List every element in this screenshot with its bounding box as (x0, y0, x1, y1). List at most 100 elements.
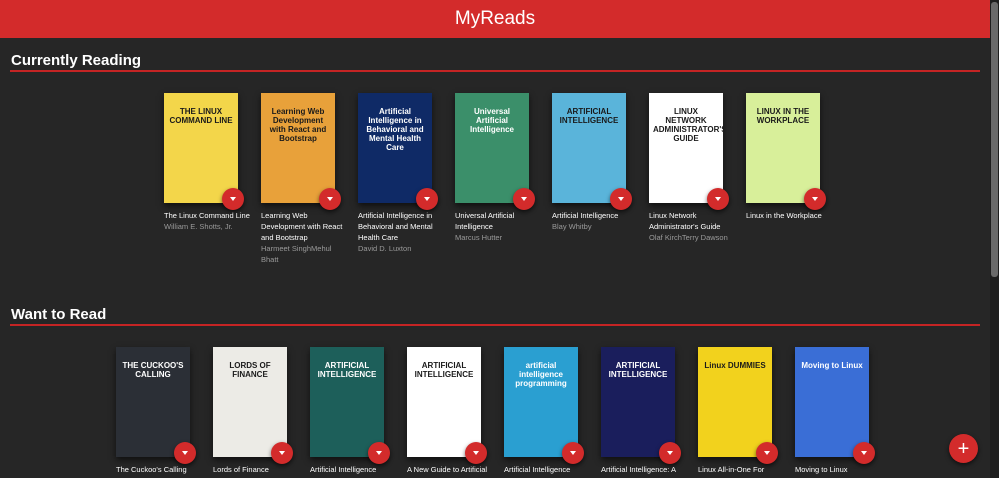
shelf-changer-button[interactable] (707, 188, 729, 210)
book-title: The Linux Command Line (164, 211, 250, 220)
book-cover-text: ARTIFICIAL INTELLIGENCE (559, 107, 619, 125)
caret-down-icon (570, 451, 576, 455)
book-title: Artificial Intelligence (310, 465, 377, 474)
book-item: Learning Web Development with React and … (261, 93, 353, 265)
scrollbar-thumb[interactable] (991, 2, 998, 277)
shelf-changer-button[interactable] (562, 442, 584, 464)
book-item: THE CUCKOO'S CALLING The Cuckoo's Calling (116, 347, 208, 475)
book-item: Universal Artificial Intelligence Univers… (455, 93, 547, 243)
book-cover[interactable]: Learning Web Development with React and … (261, 93, 335, 203)
book-authors: Marcus Hutter (455, 233, 503, 242)
book-title: The Cuckoo's Calling (116, 465, 187, 474)
book-cover-text: Linux DUMMIES (704, 361, 766, 370)
add-book-button[interactable]: + (949, 434, 978, 463)
caret-down-icon (521, 197, 527, 201)
book-cover[interactable]: ARTIFICIAL INTELLIGENCE (310, 347, 384, 457)
book-cover-text: THE LINUX COMMAND LINE (169, 107, 233, 125)
shelf-changer-button[interactable] (853, 442, 875, 464)
app-title: MyReads (454, 8, 536, 29)
book-title: Artificial Intelligence: A (601, 465, 677, 474)
book-title: Learning Web Development with React and … (261, 211, 343, 242)
book-cover[interactable]: artificial intelligence programming (504, 347, 578, 457)
caret-down-icon (715, 197, 721, 201)
caret-down-icon (230, 197, 236, 201)
book-cover[interactable]: LORDS OF FINANCE (213, 347, 287, 457)
shelf-divider (10, 70, 980, 72)
book-title: Artificial Intelligence (552, 211, 619, 220)
shelf-changer-button[interactable] (174, 442, 196, 464)
book-item: LINUX IN THE WORKPLACE Linux in the Workp… (746, 93, 838, 221)
book-cover-text: Universal Artificial Intelligence (469, 107, 514, 134)
book-cover[interactable]: ARTIFICIAL INTELLIGENCE (407, 347, 481, 457)
book-cover-text: LORDS OF FINANCE (229, 361, 271, 379)
book-cover-text: LINUX NETWORK ADMINISTRATOR'S GUIDE (653, 107, 723, 143)
shelf-title: Currently Reading (11, 52, 142, 69)
book-title: Moving to Linux (795, 465, 848, 474)
book-item: ARTIFICIAL INTELLIGENCE Artificial Intell… (310, 347, 402, 475)
book-authors: Harmeet SinghMehul Bhatt (261, 244, 332, 264)
book-cover[interactable]: LINUX NETWORK ADMINISTRATOR'S GUIDE (649, 93, 723, 203)
caret-down-icon (279, 451, 285, 455)
shelf-changer-button[interactable] (416, 188, 438, 210)
book-item: THE LINUX COMMAND LINE The Linux Command … (164, 93, 256, 232)
book-item: LINUX NETWORK ADMINISTRATOR'S GUIDE Linux… (649, 93, 741, 243)
shelf-changer-button[interactable] (804, 188, 826, 210)
book-cover-text: Moving to Linux (801, 361, 863, 370)
caret-down-icon (424, 197, 430, 201)
shelf-changer-button[interactable] (222, 188, 244, 210)
shelf-changer-button[interactable] (513, 188, 535, 210)
plus-icon: + (957, 437, 970, 460)
app-header: MyReads (0, 0, 990, 38)
book-cover[interactable]: ARTIFICIAL INTELLIGENCE (552, 93, 626, 203)
book-cover[interactable]: LINUX IN THE WORKPLACE (746, 93, 820, 203)
shelf-changer-button[interactable] (465, 442, 487, 464)
book-cover-text: Learning Web Development with React and … (269, 107, 327, 143)
book-title: Lords of Finance (213, 465, 269, 474)
book-cover[interactable]: Moving to Linux (795, 347, 869, 457)
book-item: Moving to Linux Moving to Linux (795, 347, 887, 475)
book-title: Linux in the Workplace (746, 211, 822, 220)
shelf-changer-button[interactable] (610, 188, 632, 210)
book-title: A New Guide to Artificial (407, 465, 488, 474)
book-cover[interactable]: THE CUCKOO'S CALLING (116, 347, 190, 457)
book-cover[interactable]: Universal Artificial Intelligence (455, 93, 529, 203)
book-cover-text: ARTIFICIAL INTELLIGENCE (414, 361, 474, 379)
shelf-changer-button[interactable] (659, 442, 681, 464)
book-item: LORDS OF FINANCE Lords of Finance (213, 347, 305, 475)
book-item: Artificial Intelligence in Behavioral an… (358, 93, 450, 254)
caret-down-icon (764, 451, 770, 455)
shelf-changer-button[interactable] (368, 442, 390, 464)
book-title: Linux Network Administrator's Guide (649, 211, 721, 231)
book-cover[interactable]: ARTIFICIAL INTELLIGENCE (601, 347, 675, 457)
book-cover-text: LINUX IN THE WORKPLACE (756, 107, 810, 125)
book-cover-text: artificial intelligence programming (515, 361, 567, 388)
caret-down-icon (473, 451, 479, 455)
caret-down-icon (327, 197, 333, 201)
book-title: Universal Artificial Intelligence (455, 211, 515, 231)
shelf-changer-button[interactable] (756, 442, 778, 464)
book-item: ARTIFICIAL INTELLIGENCE A New Guide to Ar… (407, 347, 499, 475)
book-title: Linux All-in-One For (698, 465, 765, 474)
book-authors: Blay Whitby (552, 222, 592, 231)
caret-down-icon (812, 197, 818, 201)
caret-down-icon (618, 197, 624, 201)
book-cover[interactable]: Linux DUMMIES (698, 347, 772, 457)
book-authors: William E. Shotts, Jr. (164, 222, 233, 231)
book-authors: David D. Luxton (358, 244, 412, 253)
book-item: ARTIFICIAL INTELLIGENCE Artificial Intell… (552, 93, 644, 232)
caret-down-icon (182, 451, 188, 455)
book-authors: Olaf KirchTerry Dawson (649, 233, 728, 242)
shelf-title: Want to Read (11, 306, 107, 323)
book-title: Artificial Intelligence in Behavioral an… (358, 211, 433, 242)
book-title: Artificial Intelligence (504, 465, 571, 474)
caret-down-icon (667, 451, 673, 455)
book-cover[interactable]: Artificial Intelligence in Behavioral an… (358, 93, 432, 203)
shelf-changer-button[interactable] (271, 442, 293, 464)
shelf-divider (10, 324, 980, 326)
book-item: ARTIFICIAL INTELLIGENCE Artificial Intell… (601, 347, 693, 475)
book-item: Linux DUMMIES Linux All-in-One For (698, 347, 790, 475)
shelf-changer-button[interactable] (319, 188, 341, 210)
book-cover[interactable]: THE LINUX COMMAND LINE (164, 93, 238, 203)
book-cover-text: ARTIFICIAL INTELLIGENCE (317, 361, 377, 379)
book-cover-text: THE CUCKOO'S CALLING (122, 361, 184, 379)
